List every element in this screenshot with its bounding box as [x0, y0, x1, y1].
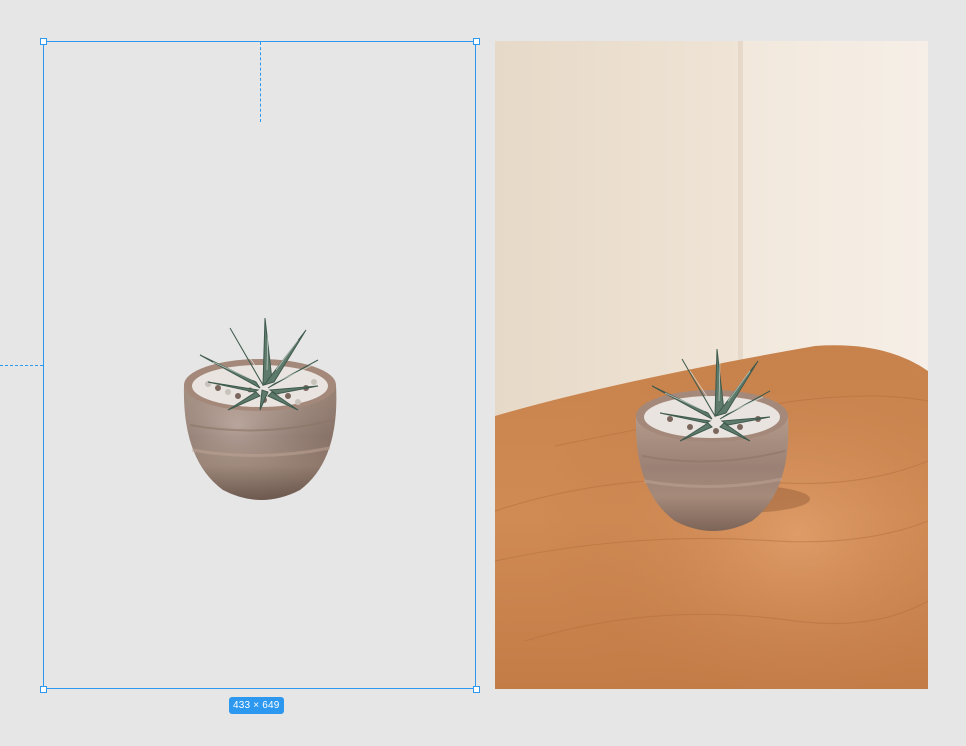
- cutout-succulent-image[interactable]: [168, 310, 354, 510]
- horizontal-guide-line: [0, 365, 43, 366]
- product-photo[interactable]: [495, 41, 928, 689]
- dimensions-badge: 433 × 649: [229, 697, 284, 714]
- resize-handle-bottom-right[interactable]: [473, 686, 480, 693]
- resize-handle-top-left[interactable]: [40, 38, 47, 45]
- resize-handle-top-right[interactable]: [473, 38, 480, 45]
- resize-handle-bottom-left[interactable]: [40, 686, 47, 693]
- vertical-guide-line: [260, 42, 261, 122]
